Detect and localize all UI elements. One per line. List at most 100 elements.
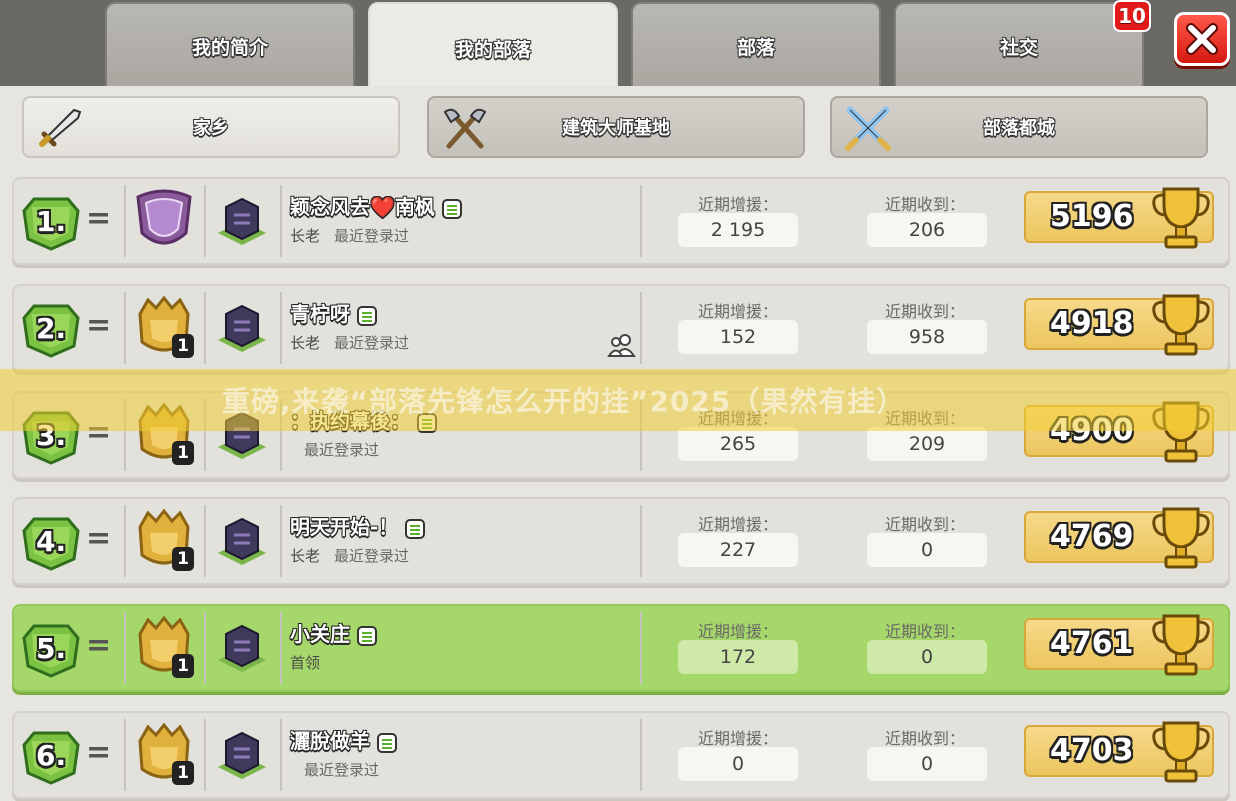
- donated-label: 近期增援：: [698, 302, 779, 321]
- rank-unchanged-icon: =: [86, 628, 112, 663]
- received-value: 958: [867, 320, 987, 354]
- close-button[interactable]: [1174, 12, 1230, 66]
- subtab-builder-base[interactable]: 建筑大师基地: [427, 96, 805, 158]
- rank-number: 4.: [36, 525, 67, 558]
- titan-league-icon: 1: [132, 294, 196, 362]
- member-row[interactable]: 1. = 颖念风去❤️南枫长老 最近登录过 近期增援： 2 195 近期收到： 206 5196: [12, 177, 1230, 265]
- divider: [124, 505, 126, 577]
- donated-value: 172: [678, 640, 798, 674]
- subtab-home-village[interactable]: 家乡: [22, 96, 400, 158]
- member-row[interactable]: 6. = 1 灑脫做羊 最近登录过 近期增援： 0 近期收到： 0 4703: [12, 711, 1230, 799]
- trophy-count: 4703: [1050, 733, 1134, 768]
- watermark-text: 重磅,来袭“部落先锋怎么开的挂”2025（果然有挂）: [222, 385, 906, 418]
- tab-label: 我的部落: [454, 38, 531, 61]
- player-name: 灑脫做羊: [290, 729, 370, 753]
- legend-league-icon: [132, 187, 196, 255]
- donated-value: 227: [678, 533, 798, 567]
- message-icon[interactable]: [350, 302, 378, 326]
- rank-unchanged-icon: =: [86, 521, 112, 556]
- player-name-wrap[interactable]: 明天开始-！: [290, 511, 426, 540]
- trophy-cup-icon: [1150, 610, 1212, 680]
- last-seen: 最近登录过: [304, 761, 380, 779]
- subtab-clan-capital[interactable]: 部落都城: [830, 96, 1208, 158]
- message-icon[interactable]: [370, 729, 398, 753]
- divider: [280, 505, 282, 577]
- trophy-count: 4769: [1050, 519, 1134, 554]
- received-label: 近期收到：: [885, 195, 966, 214]
- subtab-label: 建筑大师基地: [562, 118, 670, 139]
- tab-clans[interactable]: 部落: [631, 2, 881, 88]
- notification-badge: 10: [1113, 0, 1151, 32]
- divider: [640, 612, 642, 684]
- close-x-icon: [1186, 23, 1218, 55]
- trophy-cup-icon: [1150, 290, 1212, 360]
- town-hall-icon: [214, 513, 270, 571]
- tab-social[interactable]: 社交: [894, 2, 1144, 88]
- player-name: 青柠呀: [290, 302, 350, 326]
- donated-value: 0: [678, 747, 798, 781]
- last-seen: 最近登录过: [334, 334, 410, 352]
- titan-league-icon: 1: [132, 614, 196, 682]
- last-seen: 最近登录过: [334, 547, 410, 565]
- player-name-wrap[interactable]: 灑脫做羊: [290, 725, 398, 754]
- received-label: 近期收到：: [885, 302, 966, 321]
- received-value: 0: [867, 747, 987, 781]
- player-name: 小关庄: [290, 622, 350, 646]
- last-seen: 最近登录过: [304, 441, 380, 459]
- received-value: 206: [867, 213, 987, 247]
- trophy-cup-icon: [1150, 183, 1212, 253]
- rank-unchanged-icon: =: [86, 308, 112, 343]
- tab-my-clan[interactable]: 我的部落: [368, 2, 618, 92]
- league-level-badge: 1: [172, 547, 194, 571]
- titan-league-icon: 1: [132, 507, 196, 575]
- donated-value: 265: [678, 427, 798, 461]
- donated-label: 近期增援：: [698, 515, 779, 534]
- tab-label: 社交: [999, 36, 1038, 59]
- crossed-axes-icon: [443, 108, 487, 149]
- town-hall-icon: [214, 193, 270, 251]
- rank-unchanged-icon: =: [86, 735, 112, 770]
- player-name-wrap[interactable]: 颖念风去❤️南枫: [290, 191, 463, 220]
- divider: [280, 292, 282, 364]
- member-row[interactable]: 2. = 1 青柠呀 长老 最近登录过 近期增援： 152 近期收到： 958 4918: [12, 284, 1230, 372]
- member-row[interactable]: 4. = 1 明天开始-！ 长老 最近登录过 近期增援： 227 近期收到： 0 4769: [12, 497, 1230, 585]
- tab-label: 部落: [736, 36, 775, 59]
- player-name-wrap[interactable]: 青柠呀: [290, 298, 378, 327]
- last-seen: 最近登录过: [334, 227, 410, 245]
- player-role: 长老: [290, 227, 321, 245]
- sword-icon: [39, 108, 82, 147]
- received-value: 0: [867, 533, 987, 567]
- subtab-label: 部落都城: [983, 118, 1055, 139]
- town-hall-icon: [214, 300, 270, 358]
- message-icon[interactable]: [435, 195, 463, 219]
- rank-number: 1.: [36, 205, 67, 238]
- divider: [124, 292, 126, 364]
- friends-icon: [606, 332, 636, 362]
- tab-my-profile[interactable]: 我的简介: [105, 2, 355, 88]
- player-status: 最近登录过: [290, 439, 379, 460]
- trophy-count: 4761: [1050, 626, 1134, 661]
- received-value: 0: [867, 640, 987, 674]
- divider: [640, 185, 642, 257]
- rank-number: 5.: [36, 632, 67, 665]
- divider: [204, 185, 206, 257]
- trophy-count: 5196: [1050, 199, 1134, 234]
- donated-value: 2 195: [678, 213, 798, 247]
- divider: [640, 505, 642, 577]
- received-label: 近期收到：: [885, 622, 966, 641]
- member-row[interactable]: 5. = 1 小关庄 首领 近期增援： 172 近期收到： 0 4761: [12, 604, 1230, 692]
- donated-value: 152: [678, 320, 798, 354]
- divider: [280, 719, 282, 791]
- player-role: 首领: [290, 654, 321, 672]
- message-icon[interactable]: [398, 515, 426, 539]
- tab-label: 我的简介: [191, 36, 268, 59]
- crossed-swords-icon: [845, 106, 891, 151]
- rank-unchanged-icon: =: [86, 201, 112, 236]
- message-icon[interactable]: [350, 622, 378, 646]
- town-hall-icon: [214, 620, 270, 678]
- donated-label: 近期增援：: [698, 195, 779, 214]
- league-level-badge: 1: [172, 334, 194, 358]
- titan-league-icon: 1: [132, 721, 196, 789]
- player-status: 长老 最近登录过: [290, 225, 409, 246]
- player-name-wrap[interactable]: 小关庄: [290, 618, 378, 647]
